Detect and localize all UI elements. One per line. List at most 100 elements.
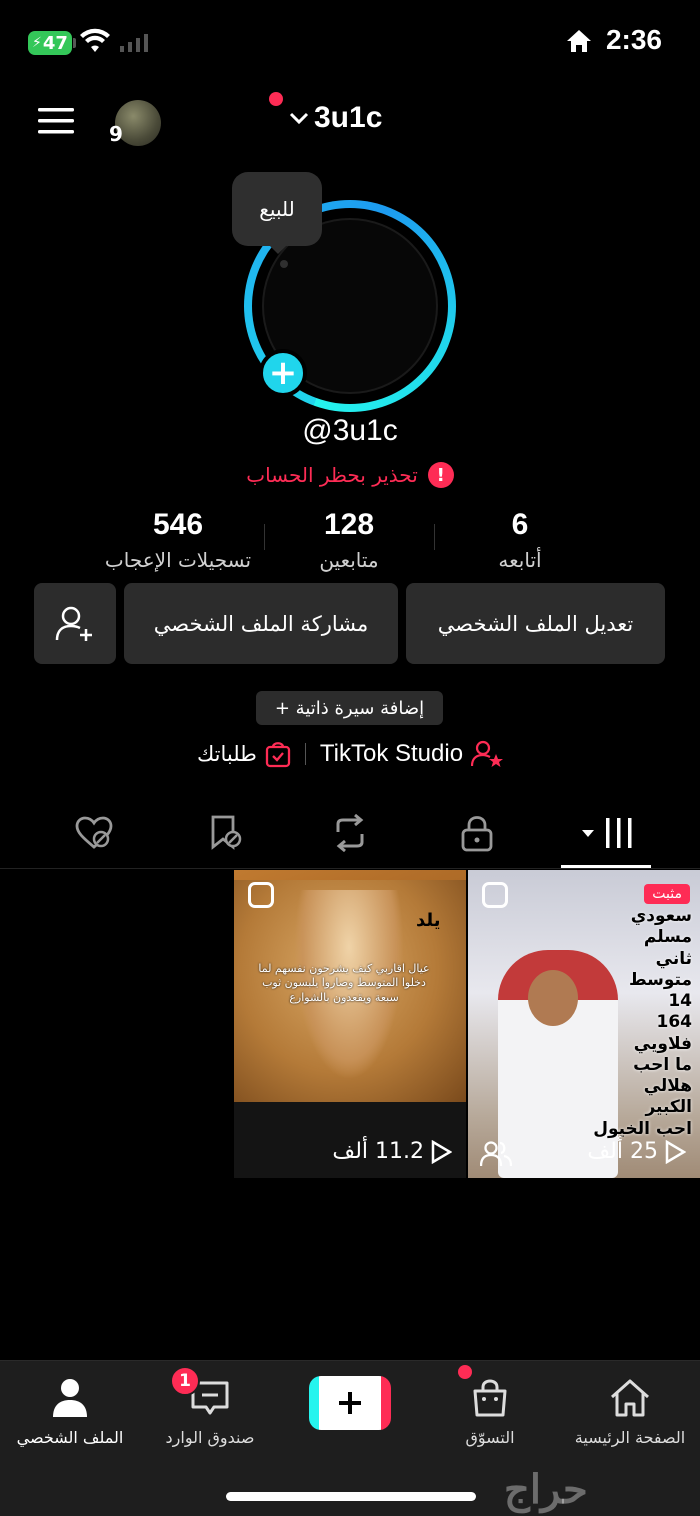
grid-videos-icon bbox=[582, 818, 632, 848]
play-icon bbox=[665, 1139, 686, 1164]
nav-inbox[interactable]: صندوق الوارد bbox=[140, 1374, 280, 1447]
clock: 2:36 bbox=[605, 24, 662, 55]
tab-private[interactable] bbox=[447, 808, 507, 858]
video-thumbnail[interactable]: سعودي مسلم ثاني متوسط 14 164 فلاويي ما ا… bbox=[468, 870, 700, 1178]
nav-home[interactable]: الصفحة الرئيسية bbox=[560, 1374, 700, 1447]
pinned-badge: مثبت bbox=[644, 884, 690, 904]
select-checkbox[interactable] bbox=[482, 882, 508, 908]
select-checkbox[interactable] bbox=[248, 882, 274, 908]
note-bubble-dot bbox=[280, 260, 288, 268]
plus-icon bbox=[339, 1392, 361, 1414]
thumbnail-line: الكبير bbox=[645, 1097, 692, 1118]
battery-level: 47 bbox=[42, 32, 68, 54]
thumbnail-line: مسلم bbox=[643, 927, 692, 948]
create-button-face bbox=[319, 1377, 381, 1429]
add-story-button[interactable]: + bbox=[259, 349, 307, 397]
view-count: 11.2 ألف bbox=[332, 1139, 452, 1164]
thumbnail-text: سعودي مسلم ثاني متوسط 14 164 فلاويي ما ا… bbox=[592, 906, 692, 1140]
tab-reposts[interactable] bbox=[320, 808, 380, 858]
nav-shop[interactable]: التسوّق bbox=[420, 1374, 560, 1447]
play-icon bbox=[431, 1139, 452, 1164]
bookmark-hidden-icon bbox=[211, 815, 242, 850]
thumbnail-word: يلد bbox=[416, 910, 441, 931]
warning-text: تحذير بحظر الحساب bbox=[246, 463, 418, 487]
thumbnail-line: ثاني متوسط bbox=[628, 948, 692, 990]
share-profile-button[interactable]: مشاركة الملف الشخصي bbox=[124, 583, 398, 664]
view-count-text: 25 ألف bbox=[587, 1139, 658, 1164]
thumbnail-line: 164 bbox=[656, 1012, 693, 1033]
notification-dot bbox=[269, 92, 283, 106]
friends-icon bbox=[480, 1141, 512, 1167]
thumbnail-face bbox=[528, 970, 578, 1026]
view-count-text: 11.2 ألف bbox=[332, 1139, 424, 1164]
stat-label: أتابعه bbox=[498, 548, 542, 572]
home-status-icon bbox=[567, 30, 591, 52]
inbox-badge: 1 bbox=[170, 1366, 200, 1396]
menu-icon[interactable] bbox=[38, 106, 74, 136]
note-bubble[interactable]: للبيع bbox=[232, 172, 322, 246]
note-bubble-tail bbox=[268, 244, 288, 254]
nav-label: الصفحة الرئيسية bbox=[574, 1428, 686, 1447]
studio-label: TikTok Studio bbox=[319, 740, 464, 767]
stat-value: 128 bbox=[323, 508, 375, 541]
thumbnail-line: ما احب bbox=[633, 1054, 692, 1075]
stat-likes[interactable]: 546 تسجيلات الإعجاب bbox=[78, 508, 278, 572]
wifi-icon bbox=[80, 28, 110, 52]
haraj-watermark: حراج bbox=[504, 1466, 588, 1513]
thumbnail-line: هلالي bbox=[643, 1076, 692, 1096]
battery-icon: ⚡ 47 bbox=[28, 31, 72, 55]
lock-icon bbox=[461, 816, 493, 852]
thumbnail-line: احب الخيول bbox=[593, 1118, 692, 1139]
stat-value: 6 bbox=[511, 508, 529, 541]
username-top: 3u1c bbox=[314, 101, 383, 134]
tabs-divider bbox=[0, 868, 700, 869]
shop-notification-dot bbox=[458, 1365, 472, 1379]
ban-warning[interactable]: ! تحذير بحظر الحساب bbox=[0, 462, 700, 488]
tab-videos[interactable] bbox=[572, 808, 642, 858]
avatar-count: 9 bbox=[109, 122, 123, 146]
video-thumbnail[interactable]: يلد عيال اقاربي كيف يشرحون نفسهم لما دخل… bbox=[234, 870, 466, 1178]
nav-label: صندوق الوارد bbox=[165, 1428, 255, 1447]
thumbnail-line: سعودي bbox=[630, 906, 692, 926]
status-bar: ⚡ 47 2:36 bbox=[0, 0, 700, 90]
tab-liked[interactable] bbox=[64, 808, 124, 858]
warning-icon: ! bbox=[427, 462, 454, 488]
stat-value: 546 bbox=[152, 508, 204, 541]
chevron-down-icon bbox=[289, 112, 309, 125]
orders-link[interactable]: طلباتك bbox=[197, 740, 291, 768]
stat-followers[interactable]: 128 متابعين bbox=[249, 508, 449, 572]
heart-hidden-icon bbox=[75, 816, 113, 849]
create-button[interactable] bbox=[309, 1376, 391, 1430]
home-indicator bbox=[226, 1492, 476, 1501]
nav-label: التسوّق bbox=[465, 1428, 515, 1447]
repost-icon bbox=[336, 814, 364, 852]
active-tab-indicator bbox=[561, 865, 651, 868]
stat-label: تسجيلات الإعجاب bbox=[104, 548, 252, 572]
tab-favorites[interactable] bbox=[195, 808, 255, 858]
signal-icon bbox=[120, 34, 148, 52]
shopping-bag-icon bbox=[473, 1379, 507, 1417]
divider bbox=[304, 743, 306, 765]
thumbnail-caption: عيال اقاربي كيف يشرحون نفسهم لما دخلوا ا… bbox=[258, 962, 430, 1004]
creator-star-icon bbox=[471, 740, 504, 767]
add-user-icon bbox=[55, 606, 92, 641]
profile-handle: @3u1c bbox=[302, 414, 398, 447]
note-text: للبيع bbox=[259, 197, 295, 221]
add-friend-button[interactable] bbox=[34, 583, 116, 664]
nav-label: الملف الشخصي bbox=[16, 1428, 124, 1447]
stat-following[interactable]: 6 أتابعه bbox=[420, 508, 620, 572]
battery-tip bbox=[73, 38, 76, 48]
orders-bag-icon bbox=[265, 742, 291, 768]
account-switcher[interactable]: 3u1c bbox=[288, 101, 382, 135]
profile-links: طلباتك TikTok Studio bbox=[0, 740, 700, 768]
home-icon bbox=[611, 1379, 649, 1417]
thumbnail-line: 14 bbox=[668, 991, 692, 1011]
view-count: 25 ألف bbox=[587, 1139, 686, 1164]
stat-label: متابعين bbox=[319, 548, 379, 572]
add-bio-button[interactable]: + إضافة سيرة ذاتية bbox=[256, 691, 443, 725]
orders-label: طلباتك bbox=[196, 742, 257, 766]
tiktok-studio-link[interactable]: TikTok Studio bbox=[319, 740, 504, 768]
edit-profile-button[interactable]: تعديل الملف الشخصي bbox=[406, 583, 665, 664]
nav-profile[interactable]: الملف الشخصي bbox=[0, 1374, 140, 1447]
profile-icon bbox=[53, 1379, 87, 1417]
